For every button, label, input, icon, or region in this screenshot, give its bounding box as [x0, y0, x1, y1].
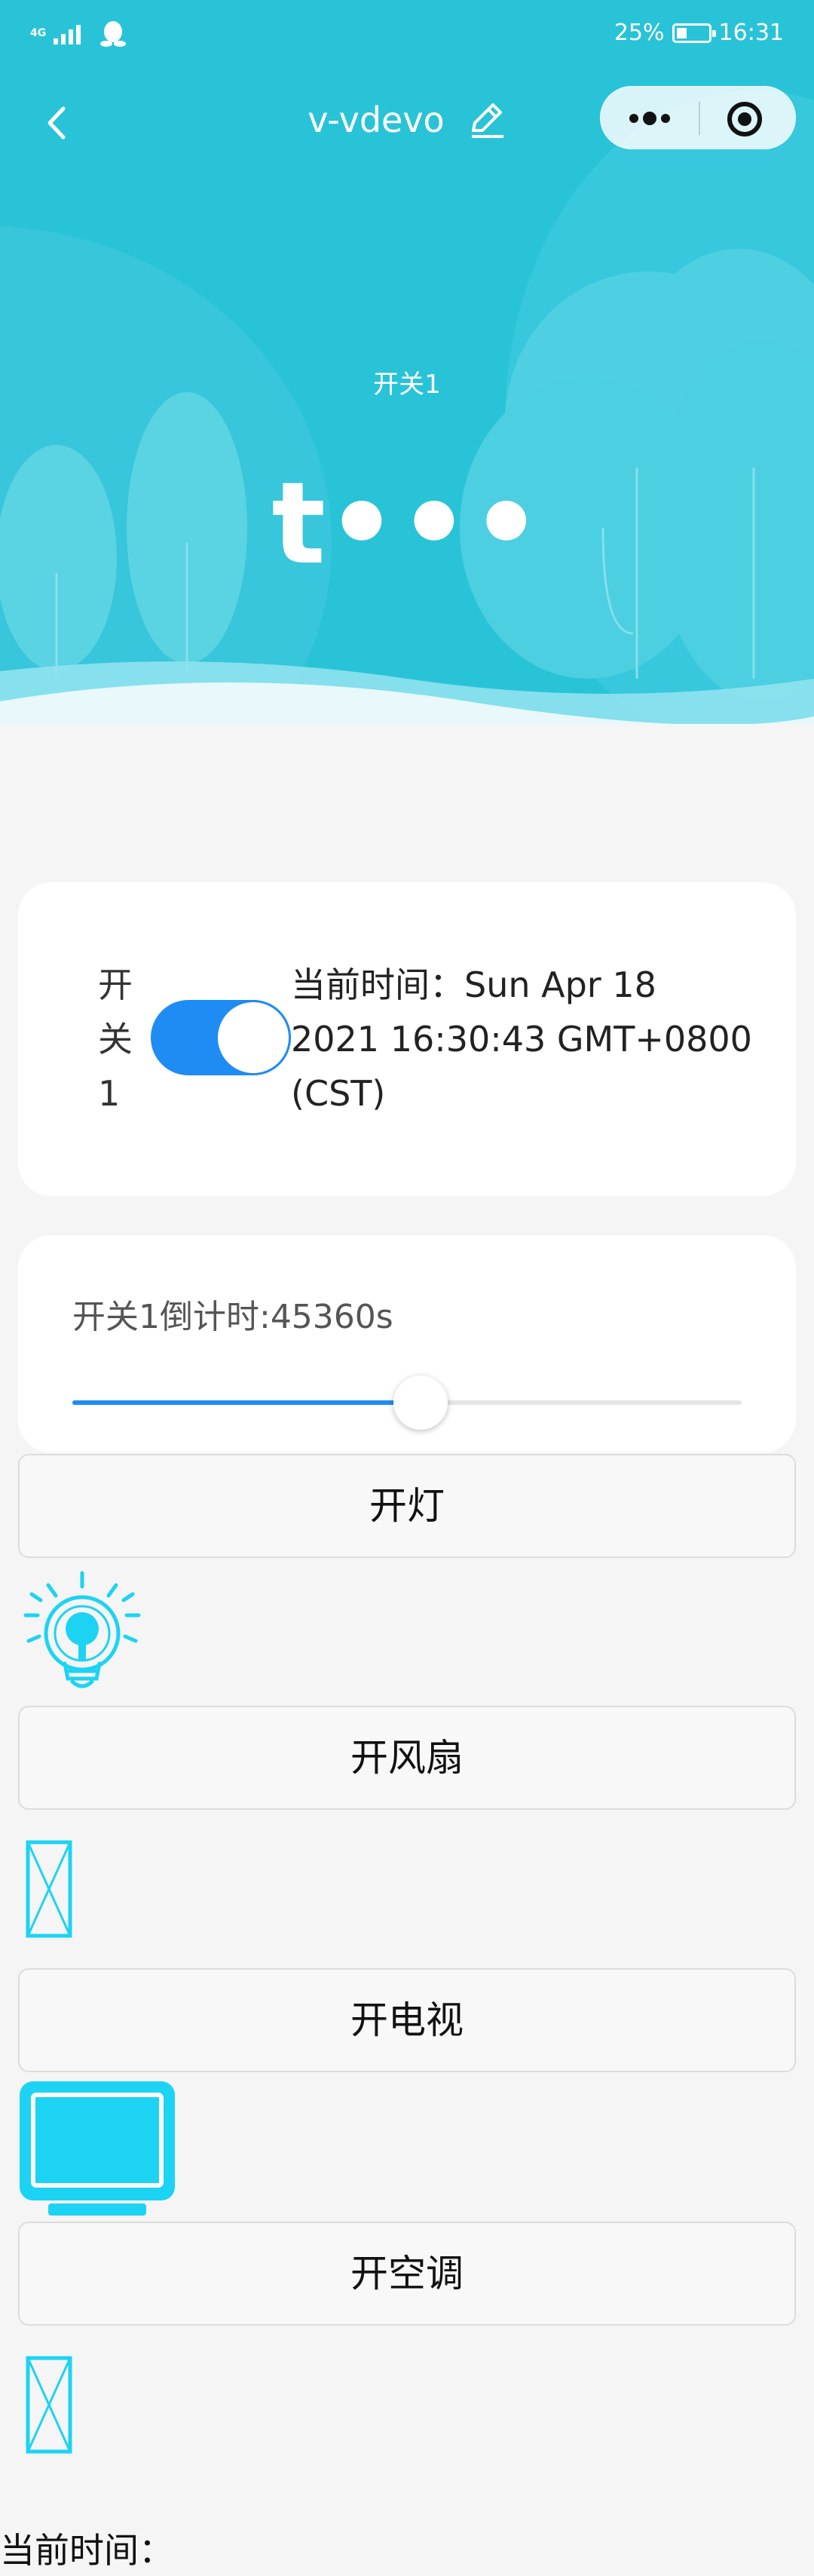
close-miniprogram-icon[interactable]	[727, 102, 762, 136]
hero-value: t•••	[271, 458, 543, 590]
current-time-label: 当前时间：	[0, 2530, 173, 2571]
status-bar: 4G 25% 16:31	[0, 0, 814, 69]
battery-percent: 25%	[614, 20, 665, 46]
slider-thumb[interactable]	[393, 1375, 448, 1430]
capsule-divider	[699, 102, 700, 135]
lightbulb-icon	[23, 1571, 141, 1688]
header-banner: 4G 25% 16:31 v-vdevo 开关1 t•••	[0, 0, 814, 724]
switch-label-line: 关	[98, 1019, 133, 1060]
time-line: (CST)	[291, 1073, 386, 1114]
tv-monitor-icon	[20, 2081, 175, 2216]
slider-fill	[72, 1400, 421, 1405]
turn-on-light-button[interactable]: 开灯	[18, 1454, 796, 1558]
toggle-knob	[216, 1000, 291, 1075]
turn-on-tv-button[interactable]: 开电视	[18, 1968, 796, 2072]
qq-icon	[100, 21, 127, 47]
status-left: 4G	[30, 20, 127, 47]
device-name: v-vdevo	[308, 100, 445, 140]
switch-toggle[interactable]	[151, 1000, 291, 1075]
switch-card: 开 关 1 当前时间：Sun Apr 18 2021 16:30:43 GMT+…	[18, 882, 796, 1196]
turn-on-fan-button[interactable]: 开风扇	[18, 1706, 796, 1810]
signal-icon	[54, 25, 81, 44]
switch-label-line: 1	[98, 1073, 121, 1114]
miniprogram-capsule	[600, 86, 796, 149]
navigation-bar: v-vdevo	[0, 75, 814, 166]
time-line: 2021 16:30:43 GMT+0800	[291, 1019, 752, 1060]
more-options-icon[interactable]	[626, 103, 673, 133]
broken-image-icon	[26, 1840, 72, 1938]
clock: 16:31	[718, 20, 784, 46]
switch-label: 开 关 1	[98, 958, 143, 1121]
countdown-slider[interactable]	[72, 1375, 742, 1430]
current-time-text: 当前时间：Sun Apr 18 2021 16:30:43 GMT+0800 (…	[291, 958, 773, 1121]
edit-pencil-icon[interactable]	[467, 100, 506, 140]
turn-on-ac-button[interactable]: 开空调	[18, 2222, 796, 2326]
countdown-card: 开关1倒计时:45360s	[18, 1235, 796, 1452]
status-right: 25% 16:31	[614, 20, 784, 46]
network-type-label: 4G	[30, 27, 47, 39]
countdown-label: 开关1倒计时:45360s	[72, 1298, 393, 1336]
battery-icon	[672, 23, 716, 43]
hero-switch-name: 开关1	[373, 370, 441, 400]
time-line: 当前时间：Sun Apr 18	[291, 964, 656, 1005]
switch-label-line: 开	[98, 964, 133, 1005]
broken-image-icon	[26, 2356, 72, 2454]
